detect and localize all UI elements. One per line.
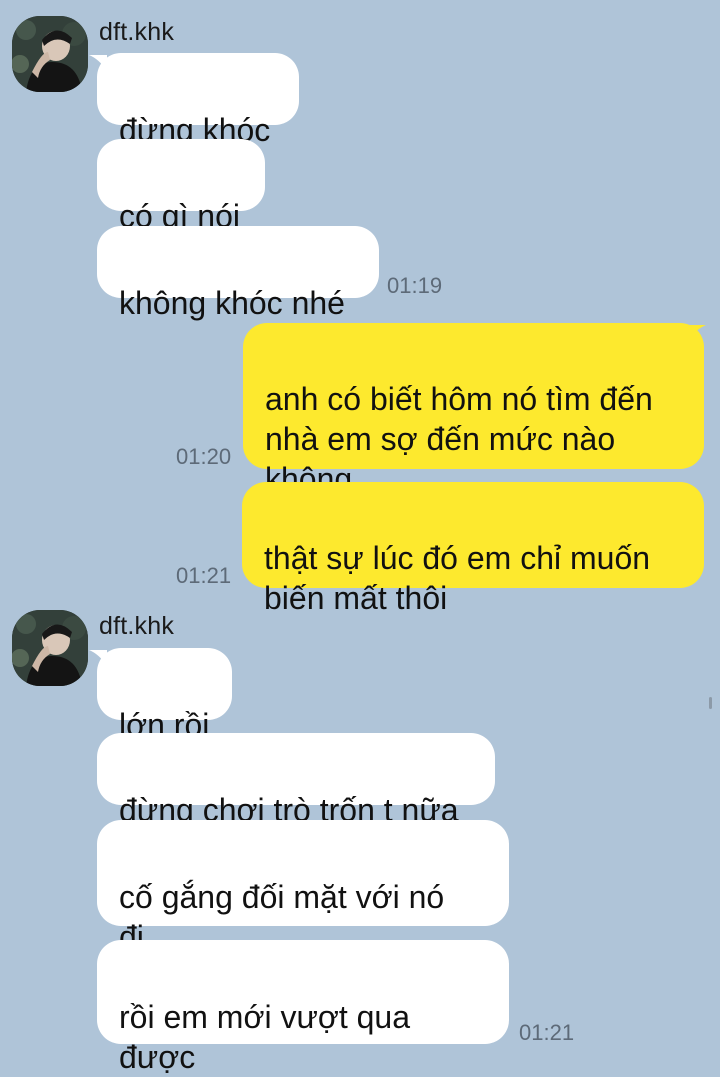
message-bubble[interactable]: có gì nói <box>97 139 265 234</box>
scroll-indicator[interactable] <box>709 697 712 709</box>
avatar-photo-icon <box>12 16 88 92</box>
message-bubble[interactable]: rồi em mới vượt qua được <box>97 940 509 1075</box>
message-bubble[interactable]: lớn rồi <box>97 648 232 743</box>
message-timestamp: 01:20 <box>176 444 232 469</box>
message-bubble[interactable]: thật sự lúc đó em chỉ muốn biến mất thôi <box>242 482 704 616</box>
message-bubble[interactable]: đừng khóc <box>97 53 299 148</box>
message-bubble[interactable]: không khóc nhé <box>97 226 379 321</box>
sender-name: dft.khk <box>99 612 175 640</box>
message-timestamp: 01:21 <box>519 1020 575 1045</box>
message-bubble[interactable]: anh có biết hôm nó tìm đến nhà em sợ đến… <box>243 323 704 497</box>
message-bubble[interactable]: cố gắng đối mặt với nó đi <box>97 820 509 955</box>
sender-name: dft.khk <box>99 18 175 46</box>
message-bubble[interactable]: đừng chơi trò trốn t nữa <box>97 733 495 828</box>
avatar-photo-icon <box>12 610 88 686</box>
avatar[interactable] <box>12 16 88 92</box>
message-timestamp: 01:21 <box>176 563 232 588</box>
message-text: thật sự lúc đó em chỉ muốn biến mất thôi <box>264 540 651 616</box>
message-text: anh có biết hôm nó tìm đến nhà em sợ đến… <box>265 381 653 497</box>
message-text: không khóc nhé <box>119 285 345 321</box>
message-text: rồi em mới vượt qua được <box>119 999 411 1075</box>
avatar[interactable] <box>12 610 88 686</box>
message-timestamp: 01:19 <box>387 273 443 298</box>
